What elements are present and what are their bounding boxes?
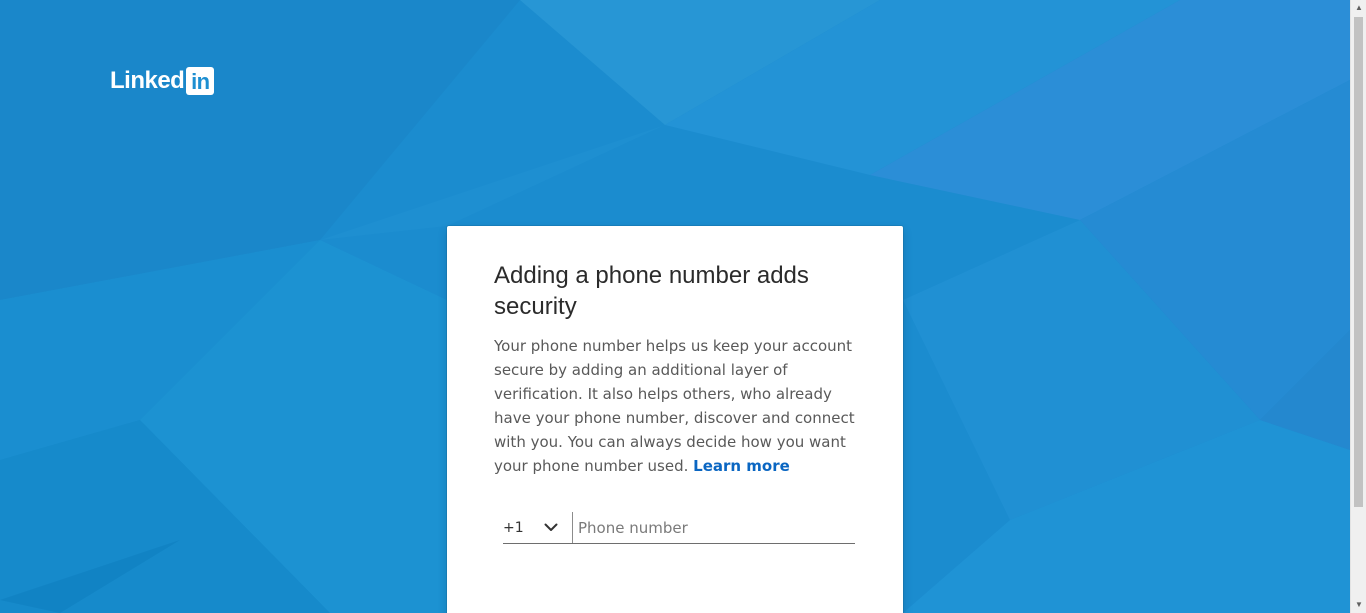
page: Linked in Adding a phone number adds sec… <box>0 0 1366 613</box>
logo-in-box: in <box>186 67 215 95</box>
logo-text: Linked <box>110 67 185 94</box>
scroll-up-arrow-icon[interactable]: ▲ <box>1351 0 1366 16</box>
country-code-select[interactable]: +1 <box>503 512 573 543</box>
linkedin-logo[interactable]: Linked in <box>110 66 215 96</box>
country-code-value: +1 <box>503 519 524 536</box>
scroll-down-arrow-icon[interactable]: ▼ <box>1351 597 1366 613</box>
phone-security-card: Adding a phone number adds security Your… <box>447 226 903 613</box>
chevron-down-icon <box>544 523 558 531</box>
phone-number-input[interactable] <box>573 512 855 543</box>
card-description: Your phone number helps us keep your acc… <box>494 334 855 478</box>
learn-more-link[interactable]: Learn more <box>693 457 790 475</box>
vertical-scrollbar[interactable]: ▲ ▼ <box>1350 0 1366 613</box>
card-title: Adding a phone number adds security <box>494 262 809 320</box>
phone-number-row: +1 <box>503 512 855 544</box>
scrollbar-thumb[interactable] <box>1354 17 1363 507</box>
card-description-text: Your phone number helps us keep your acc… <box>494 337 855 475</box>
